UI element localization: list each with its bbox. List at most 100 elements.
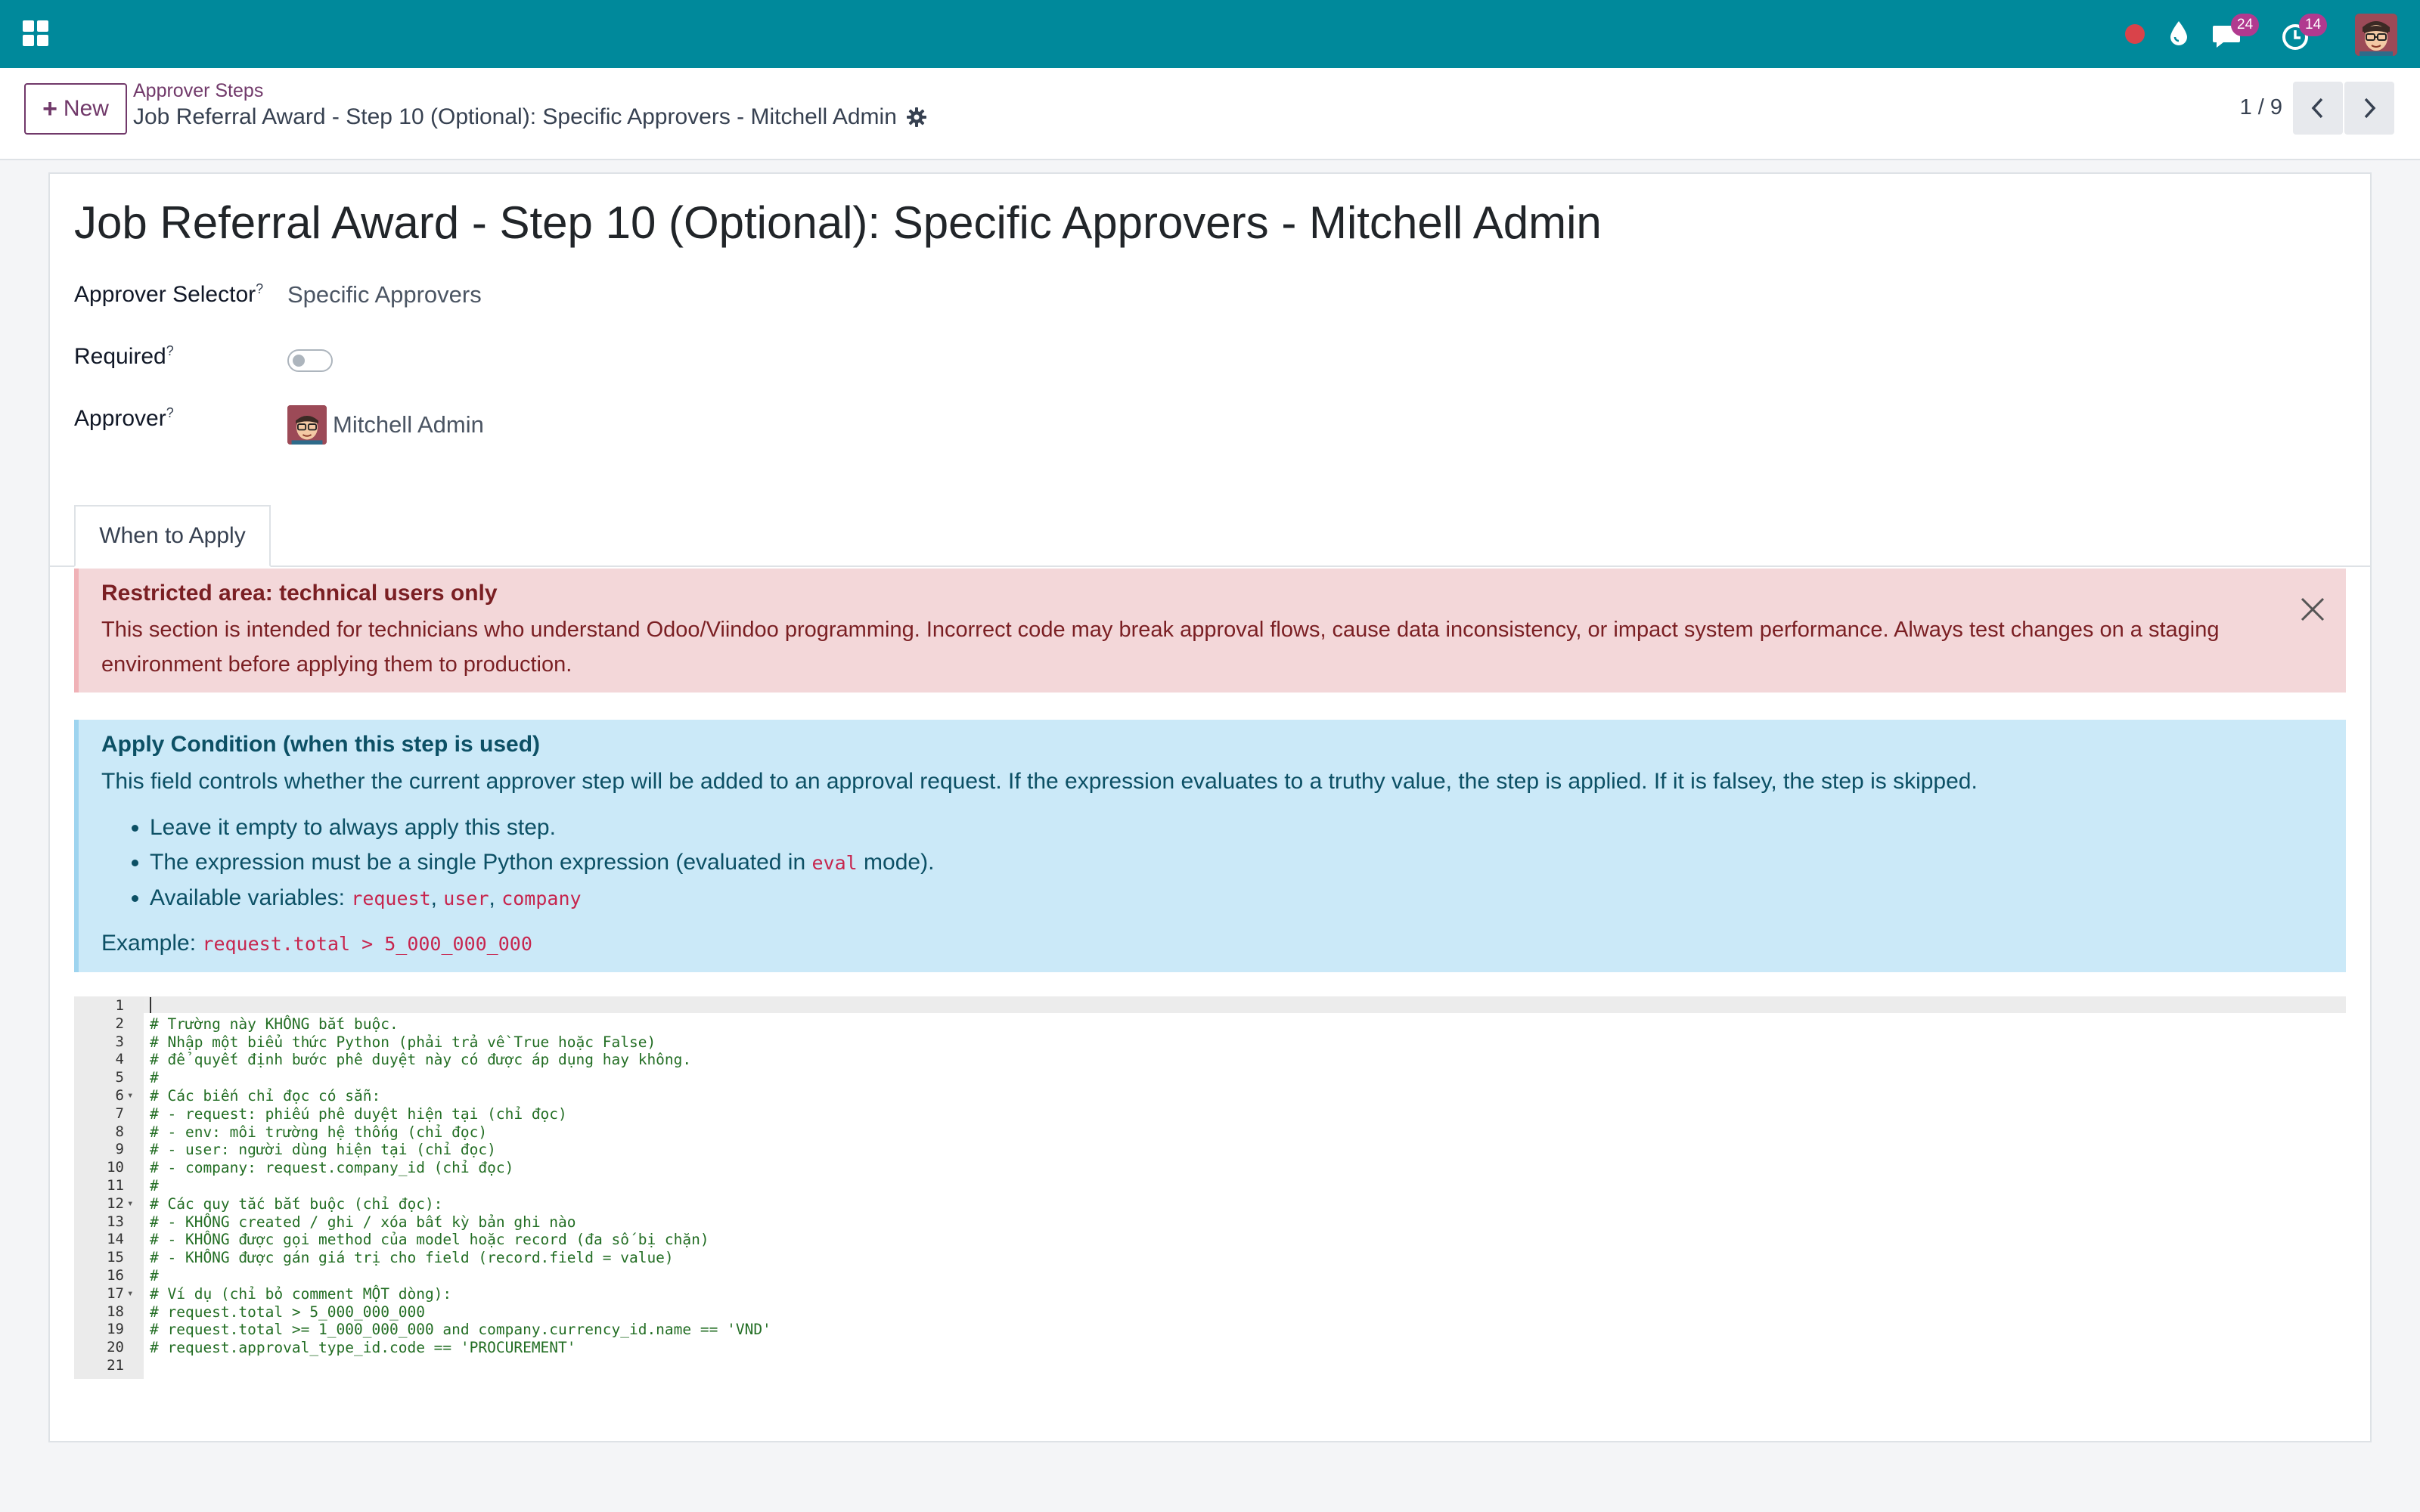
code-line[interactable]: # Các biến chỉ đọc có sẵn: bbox=[150, 1087, 380, 1105]
pager-next-button[interactable] bbox=[2344, 82, 2394, 135]
fold-toggle-icon[interactable]: ▾ bbox=[127, 1287, 133, 1300]
code-line[interactable]: # - KHÔNG được gọi method của model hoặc… bbox=[150, 1231, 709, 1248]
code-line[interactable]: # request.approval_type_id.code == 'PROC… bbox=[150, 1339, 576, 1356]
chat-button[interactable]: 24 bbox=[2211, 14, 2264, 51]
required-label: Required? bbox=[74, 343, 174, 370]
text-cursor bbox=[150, 997, 151, 1013]
line-number: 15 bbox=[107, 1249, 124, 1266]
code-line[interactable]: # Trường này KHÔNG bắt buộc. bbox=[150, 1015, 399, 1033]
pager-value[interactable]: 1 / 9 bbox=[2240, 95, 2282, 120]
info-bullet-list: Leave it empty to always apply this step… bbox=[150, 810, 2323, 916]
gear-icon[interactable] bbox=[906, 107, 927, 128]
breadcrumb-approver-steps[interactable]: Approver Steps bbox=[133, 80, 263, 102]
chevron-left-icon bbox=[2311, 98, 2323, 119]
bullet-text: The expression must be a single Python e… bbox=[150, 850, 812, 875]
code-line[interactable]: # để quyết định bước phê duyệt này có đư… bbox=[150, 1051, 691, 1068]
pager-previous-button[interactable] bbox=[2293, 82, 2343, 135]
required-toggle[interactable] bbox=[287, 349, 333, 372]
tab-when-to-apply[interactable]: When to Apply bbox=[74, 505, 271, 567]
activity-button[interactable]: 14 bbox=[2281, 14, 2334, 51]
line-number: 7 bbox=[115, 1105, 124, 1122]
line-number: 12 bbox=[107, 1195, 124, 1212]
code-line[interactable]: # Ví dụ (chỉ bỏ comment MỘT dòng): bbox=[150, 1285, 451, 1303]
approver-name: Mitchell Admin bbox=[333, 411, 484, 438]
technical-warning-alert: Restricted area: technical users only Th… bbox=[74, 569, 2346, 692]
bullet-text: Available variables: bbox=[150, 885, 352, 910]
line-number: 17 bbox=[107, 1285, 124, 1302]
code-line[interactable]: # - user: người dùng hiện tại (chỉ đọc) bbox=[150, 1141, 496, 1158]
alert-info-title: Apply Condition (when this step is used) bbox=[101, 732, 541, 757]
approver-label-text: Approver bbox=[74, 406, 166, 431]
line-number: 4 bbox=[115, 1051, 124, 1067]
code-line[interactable]: # Nhập một biểu thức Python (phải trả về… bbox=[150, 1033, 656, 1051]
line-number: 20 bbox=[107, 1339, 124, 1356]
code-line[interactable]: # bbox=[150, 1069, 159, 1086]
approver-field[interactable]: Mitchell Admin bbox=[287, 405, 484, 445]
control-panel: + New Approver Steps Job Referral Award … bbox=[0, 68, 2420, 160]
line-number: 1 bbox=[115, 997, 124, 1014]
code-line[interactable]: # - KHÔNG được gán giá trị cho field (re… bbox=[150, 1249, 674, 1266]
code-line[interactable]: # bbox=[150, 1177, 159, 1194]
chat-badge: 24 bbox=[2231, 14, 2260, 36]
new-button-label: New bbox=[63, 96, 109, 121]
avatar bbox=[287, 405, 327, 445]
line-number: 11 bbox=[107, 1177, 124, 1194]
toggle-knob bbox=[293, 355, 305, 367]
code-line[interactable]: # - company: request.company_id (chỉ đọc… bbox=[150, 1159, 513, 1176]
line-number: 2 bbox=[115, 1015, 124, 1032]
code-line[interactable]: # - KHÔNG created / ghi / xóa bất kỳ bản… bbox=[150, 1213, 576, 1231]
approver-selector-label: Approver Selector? bbox=[74, 281, 263, 308]
bullet-text: Leave it empty to always apply this step… bbox=[150, 815, 556, 840]
inline-code: eval bbox=[811, 852, 858, 874]
plus-icon: + bbox=[42, 94, 57, 123]
list-item: Leave it empty to always apply this step… bbox=[150, 810, 2323, 845]
code-editor[interactable]: 1 2 # Trường này KHÔNG bắt buộc. 3 # Nhập mộ… bbox=[74, 996, 2346, 1379]
code-line[interactable]: # request.total >= 1_000_000_000 and com… bbox=[150, 1321, 771, 1338]
example-label: Example: bbox=[101, 931, 203, 956]
line-number: 3 bbox=[115, 1033, 124, 1050]
droplet-icon[interactable] bbox=[2167, 20, 2190, 47]
user-avatar[interactable] bbox=[2355, 14, 2397, 56]
inline-code: request bbox=[351, 888, 431, 909]
avatar-face-icon bbox=[2355, 14, 2397, 56]
separator: , bbox=[489, 885, 502, 910]
record-title: Job Referral Award - Step 10 (Optional):… bbox=[133, 104, 927, 130]
approver-label: Approver? bbox=[74, 405, 174, 432]
code-line[interactable]: # Các quy tắc bắt buộc (chỉ đọc): bbox=[150, 1195, 442, 1213]
top-navbar: 24 14 bbox=[0, 0, 2420, 68]
line-number: 19 bbox=[107, 1321, 124, 1337]
apply-condition-info-alert: Apply Condition (when this step is used)… bbox=[74, 720, 2346, 972]
close-icon[interactable] bbox=[2297, 594, 2328, 624]
new-button[interactable]: + New bbox=[24, 83, 127, 135]
line-number: 10 bbox=[107, 1159, 124, 1176]
code-line[interactable]: # - request: phiếu phê duyệt hiện tại (c… bbox=[150, 1105, 567, 1123]
code-line[interactable]: # bbox=[150, 1267, 159, 1284]
line-number: 9 bbox=[115, 1141, 124, 1157]
line-number: 5 bbox=[115, 1069, 124, 1086]
line-number: 18 bbox=[107, 1303, 124, 1320]
help-tooltip-icon[interactable]: ? bbox=[166, 343, 174, 358]
apps-menu-icon[interactable] bbox=[23, 20, 48, 46]
recording-dot-icon[interactable] bbox=[2125, 24, 2145, 44]
code-line[interactable]: # - env: môi trường hệ thống (chỉ đọc) bbox=[150, 1123, 487, 1141]
chevron-right-icon bbox=[2364, 98, 2376, 119]
active-line-highlight bbox=[144, 996, 2346, 1013]
fold-toggle-icon[interactable]: ▾ bbox=[127, 1089, 133, 1101]
alert-info-body: This field controls whether the current … bbox=[101, 769, 1978, 794]
alert-danger-body: This section is intended for technicians… bbox=[101, 618, 2220, 677]
help-tooltip-icon[interactable]: ? bbox=[166, 405, 174, 420]
fold-toggle-icon[interactable]: ▾ bbox=[127, 1198, 133, 1210]
list-item: The expression must be a single Python e… bbox=[150, 845, 2323, 881]
code-line[interactable]: # request.total > 5_000_000_000 bbox=[150, 1303, 425, 1321]
form-title[interactable]: Job Referral Award - Step 10 (Optional):… bbox=[74, 197, 1602, 249]
approver-selector-label-text: Approver Selector bbox=[74, 282, 256, 307]
line-number: 13 bbox=[107, 1213, 124, 1230]
activity-badge: 14 bbox=[2299, 14, 2328, 36]
alert-danger-title: Restricted area: technical users only bbox=[101, 581, 498, 606]
record-title-text: Job Referral Award - Step 10 (Optional):… bbox=[133, 104, 897, 129]
example-line: Example: request.total > 5_000_000_000 bbox=[101, 927, 2323, 961]
list-item: Available variables: request, user, comp… bbox=[150, 881, 2323, 916]
help-tooltip-icon[interactable]: ? bbox=[256, 281, 263, 296]
approver-selector-field[interactable]: Specific Approvers bbox=[287, 281, 482, 308]
line-number: 14 bbox=[107, 1231, 124, 1247]
